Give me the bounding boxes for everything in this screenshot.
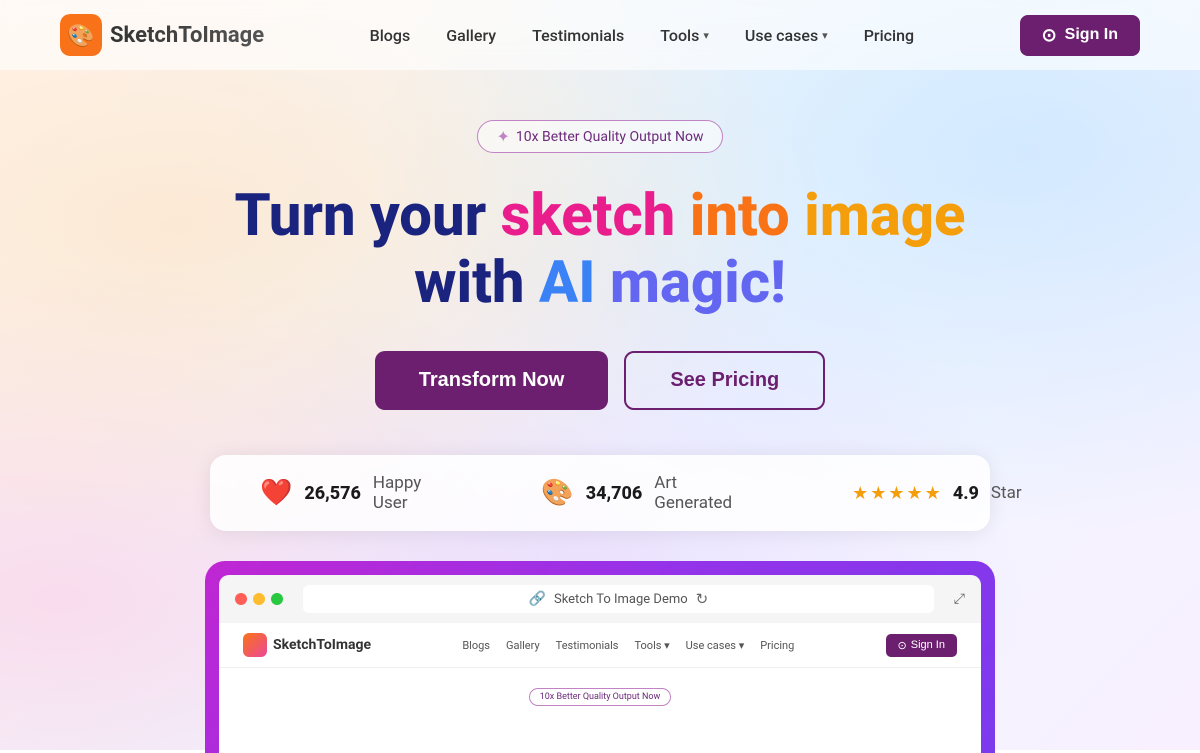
svg-text:🎨: 🎨	[67, 22, 94, 49]
minimize-window-button[interactable]	[253, 593, 265, 605]
demo-hero: 10x Better Quality Output Now	[219, 668, 981, 726]
demo-site-content: SketchToImage Blogs Gallery Testimonials…	[219, 623, 981, 753]
sign-in-icon: ⊙	[1042, 25, 1057, 46]
transform-now-button[interactable]: Transform Now	[375, 351, 609, 410]
star-icon: ★	[925, 483, 941, 504]
stat-art-generated: 🎨 34,706 Art Generated	[541, 473, 732, 513]
url-bar[interactable]: 🔗 Sketch To Image Demo ↻	[303, 585, 934, 613]
demo-window: 🔗 Sketch To Image Demo ↻ ⤢ SketchToImage…	[205, 561, 995, 753]
nav-menu: Blogs Gallery Testimonials Tools ▾ Use c…	[370, 26, 914, 45]
demo-nav-links: Blogs Gallery Testimonials Tools ▾ Use c…	[462, 639, 794, 652]
logo-icon: 🎨	[60, 14, 102, 56]
demo-sign-in-icon: ⊙	[898, 639, 907, 652]
demo-sign-in-button[interactable]: ⊙ Sign In	[886, 634, 957, 657]
logo-text: SketchToImage	[110, 23, 264, 48]
nav-item-tools[interactable]: Tools ▾	[660, 26, 709, 45]
nav-item-use-cases[interactable]: Use cases ▾	[745, 26, 828, 45]
link-icon: 🔗	[529, 591, 546, 607]
nav-item-gallery[interactable]: Gallery	[446, 26, 496, 45]
demo-window-wrapper: 🔗 Sketch To Image Demo ↻ ⤢ SketchToImage…	[0, 561, 1200, 753]
navbar: 🎨 SketchToImage Blogs Gallery Testimonia…	[0, 0, 1200, 70]
cta-buttons: Transform Now See Pricing	[375, 351, 826, 410]
nav-item-testimonials[interactable]: Testimonials	[532, 26, 624, 45]
nav-item-pricing[interactable]: Pricing	[864, 26, 914, 45]
window-controls	[235, 593, 283, 605]
close-window-button[interactable]	[235, 593, 247, 605]
demo-logo-icon	[243, 633, 267, 657]
see-pricing-button[interactable]: See Pricing	[624, 351, 825, 410]
refresh-icon[interactable]: ↻	[696, 590, 709, 608]
headline: Turn your sketch into image with AI magi…	[234, 183, 965, 316]
heart-icon: ❤️	[260, 478, 292, 508]
chevron-down-icon: ▾	[703, 29, 709, 42]
logo[interactable]: 🎨 SketchToImage	[60, 14, 264, 56]
stats-bar: ❤️ 26,576 Happy User 🎨 34,706 Art Genera…	[210, 455, 990, 531]
star-icon: ★	[870, 483, 886, 504]
star-rating: ★ ★ ★ ★ ★	[852, 483, 941, 504]
demo-badge: 10x Better Quality Output Now	[529, 688, 672, 706]
maximize-window-button[interactable]	[271, 593, 283, 605]
main-content: ✦ 10x Better Quality Output Now Turn you…	[0, 70, 1200, 561]
quality-badge: ✦ 10x Better Quality Output Now	[477, 120, 722, 153]
star-icon: ★	[852, 483, 868, 504]
star-icon: ★	[907, 483, 923, 504]
stat-happy-users: ❤️ 26,576 Happy User	[260, 473, 421, 513]
demo-navbar: SketchToImage Blogs Gallery Testimonials…	[219, 623, 981, 668]
browser-bar: 🔗 Sketch To Image Demo ↻ ⤢	[219, 575, 981, 623]
demo-logo: SketchToImage	[243, 633, 371, 657]
sign-in-button[interactable]: ⊙ Sign In	[1020, 15, 1140, 56]
sparkle-icon: ✦	[496, 127, 509, 146]
star-icon: ★	[888, 483, 904, 504]
stat-rating: ★ ★ ★ ★ ★ 4.9 Star	[852, 483, 1021, 504]
art-icon: 🎨	[541, 478, 573, 508]
chevron-down-icon: ▾	[822, 29, 828, 42]
nav-item-blogs[interactable]: Blogs	[370, 26, 411, 45]
expand-icon[interactable]: ⤢	[954, 591, 965, 607]
